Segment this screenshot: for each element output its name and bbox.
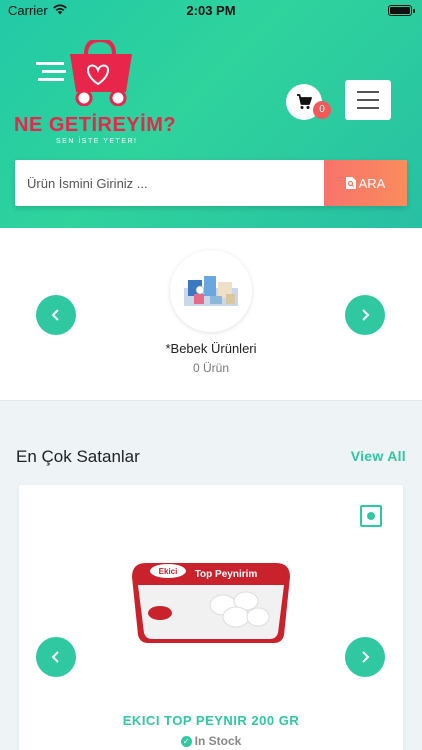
document-search-icon [345,177,356,189]
stock-label: In Stock [194,734,242,748]
product-package-label: Top Peynirim [195,569,258,580]
status-bar: Carrier 2:03 PM [0,0,422,22]
baby-products-image [184,276,238,306]
product-name[interactable]: EKICI TOP PEYNIR 200 GR [0,713,422,728]
chevron-right-icon [362,651,370,663]
product-select-checkbox[interactable] [360,505,382,527]
product-brand-label: Ekici [159,567,178,576]
brand-name: NE GETİREYİM? [14,114,177,136]
category-next-button[interactable] [345,295,385,335]
battery-icon [388,5,415,16]
search-bar: ARA [15,160,407,206]
chevron-left-icon [51,651,59,663]
chevron-left-icon [51,309,59,321]
view-all-link[interactable]: View All [351,448,406,464]
cart-count-badge: 0 [313,101,331,119]
hamburger-line [357,107,379,109]
chevron-right-icon [362,309,370,321]
shopping-bag-logo-icon [36,40,132,106]
search-button[interactable]: ARA [324,160,407,206]
hamburger-icon [357,91,379,93]
brand-tagline: SEN İSTE YETER! [56,138,138,145]
best-sellers-title: En Çok Satanlar [16,447,140,466]
logo[interactable]: NE GETİREYİM? SEN İSTE YETER! [14,40,190,150]
category-prev-button[interactable] [36,295,76,335]
check-circle-icon: ✓ [180,736,192,748]
hamburger-line [357,99,379,101]
cart-icon [297,94,312,109]
category-count: 0 Ürün [192,361,230,375]
clock: 2:03 PM [186,3,236,18]
menu-button[interactable] [345,80,391,120]
stock-status: ✓ In Stock [0,734,422,748]
category-image[interactable] [170,250,252,332]
product-prev-button[interactable] [36,637,76,677]
section-divider [0,400,422,401]
product-next-button[interactable] [345,637,385,677]
category-name[interactable]: *Bebek Ürünleri [0,341,422,356]
search-input[interactable] [15,160,324,206]
product-image: Ekici Top Peynirim [132,563,290,643]
search-button-label: ARA [358,175,386,191]
